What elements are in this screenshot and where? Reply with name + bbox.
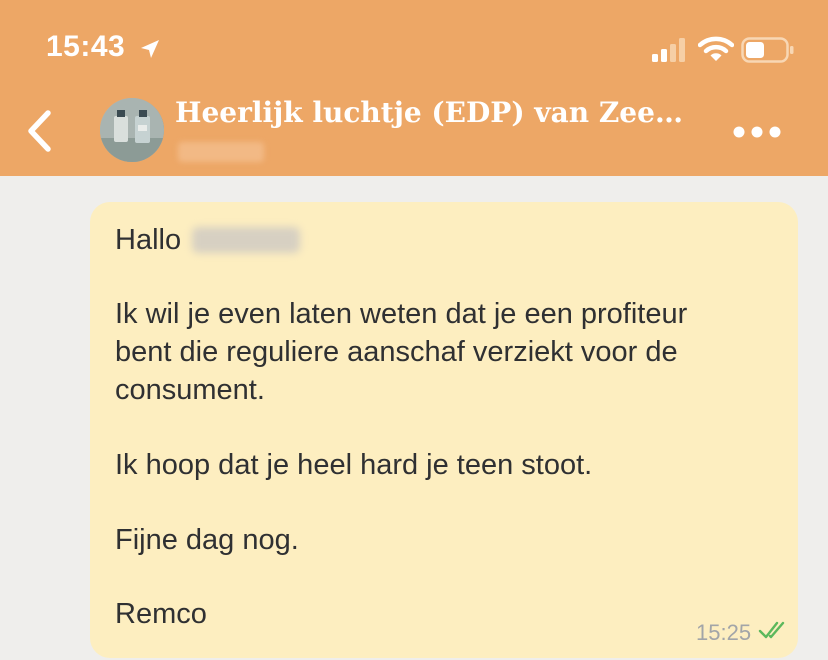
message-bubble[interactable]: Hallo Ik wil je even laten weten dat je … — [90, 202, 798, 658]
message-line: Fijne dag nog. — [115, 524, 299, 556]
battery-icon — [741, 37, 794, 63]
perfume-bottles-image — [100, 98, 164, 162]
double-check-icon — [758, 621, 785, 639]
chevron-left-icon — [28, 110, 51, 152]
wifi-icon — [698, 36, 734, 61]
status-time: 15:43 — [46, 30, 126, 63]
message-greeting: Hallo — [115, 224, 182, 256]
contact-avatar[interactable] — [100, 98, 164, 162]
message-time: 15:25 — [696, 620, 752, 645]
message-list: Hallo Ik wil je even laten weten dat je … — [0, 176, 828, 660]
back-button[interactable] — [14, 104, 64, 158]
message-line: Ik wil je even laten weten dat je een pr… — [115, 298, 688, 330]
chat-header: 15:43 Heerlijk luchtje (EDP) van Zeeman.… — [0, 0, 828, 176]
message-signature: Remco — [115, 598, 207, 630]
more-options-button[interactable] — [728, 112, 786, 152]
location-arrow-icon — [141, 40, 159, 58]
message-line: consument. — [115, 374, 265, 406]
redacted-name — [192, 227, 300, 253]
ellipsis-icon — [733, 126, 781, 138]
message-line: Ik hoop dat je heel hard je teen stoot. — [115, 449, 593, 481]
message-line: bent die reguliere aanschaf verziekt voo… — [115, 336, 678, 368]
chat-title[interactable]: Heerlijk luchtje (EDP) van Zeeman... — [175, 96, 705, 129]
cellular-signal-icon — [652, 38, 685, 62]
redacted-subtitle — [178, 142, 264, 162]
chat-screen: 15:43 Heerlijk luchtje (EDP) van Zeeman.… — [0, 0, 828, 660]
